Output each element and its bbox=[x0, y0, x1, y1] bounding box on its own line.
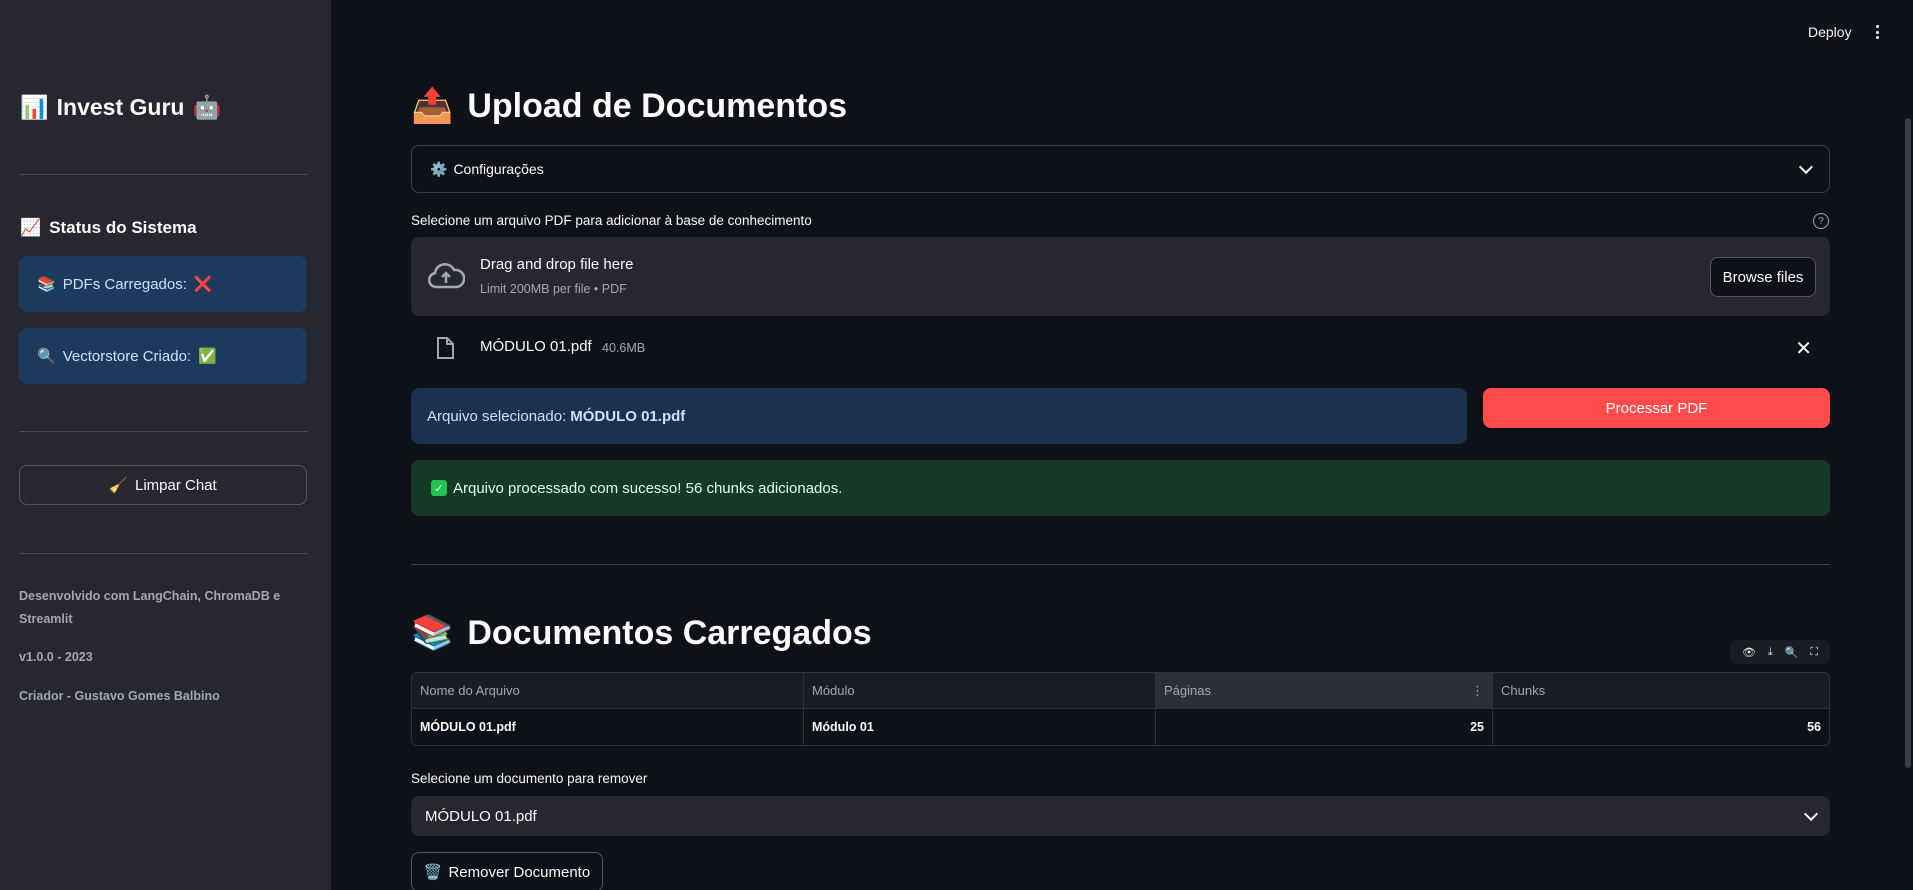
chevron-down-icon bbox=[1798, 159, 1814, 174]
table-cell[interactable]: 56 bbox=[1493, 709, 1829, 745]
success-message: Arquivo processado com sucesso! 56 chunk… bbox=[453, 479, 843, 497]
selected-prefix: Arquivo selecionado: bbox=[427, 407, 567, 425]
kebab-menu-icon[interactable] bbox=[1870, 22, 1884, 42]
selected-file-info: Arquivo selecionado: MÓDULO 01.pdf bbox=[411, 388, 1467, 444]
broom-icon: 🧹 bbox=[109, 477, 128, 494]
upload-label: Selecione um arquivo PDF para adicionar … bbox=[411, 213, 812, 228]
footer-creator: Criador - Gustavo Gomes Balbino bbox=[19, 689, 220, 703]
table-cell[interactable]: MÓDULO 01.pdf bbox=[412, 709, 804, 745]
sidebar: 📊 Invest Guru 🤖 📈 Status do Sistema 📚 PD… bbox=[0, 0, 331, 890]
sidebar-title: 📊 Invest Guru 🤖 bbox=[20, 94, 221, 121]
table-cell[interactable]: Módulo 01 bbox=[804, 709, 1156, 745]
browse-files-button[interactable]: Browse files bbox=[1710, 257, 1816, 297]
column-header[interactable]: Nome do Arquivo bbox=[412, 673, 804, 708]
column-header[interactable]: Módulo bbox=[804, 673, 1156, 708]
documents-title: 📚 Documentos Carregados bbox=[411, 613, 872, 653]
trash-icon: 🗑️ bbox=[423, 864, 443, 881]
status-title-text: Status do Sistema bbox=[49, 218, 197, 237]
select-value: MÓDULO 01.pdf bbox=[425, 807, 537, 825]
dropzone-limit: Limit 200MB per file • PDF bbox=[480, 282, 627, 296]
file-dropzone[interactable]: Drag and drop file here Limit 200MB per … bbox=[411, 237, 1830, 316]
table-toolbar: 👁 ⤓ 🔍 ⛶ bbox=[1730, 640, 1830, 664]
remove-document-button[interactable]: 🗑️ Remover Documento bbox=[411, 852, 603, 890]
robot-icon: 🤖 bbox=[192, 94, 222, 120]
remove-document-select[interactable]: MÓDULO 01.pdf bbox=[411, 796, 1830, 836]
documents-title-text: Documentos Carregados bbox=[467, 613, 872, 652]
pdfs-status-label: PDFs Carregados: bbox=[62, 275, 187, 293]
remove-select-label: Selecione um documento para remover bbox=[411, 771, 648, 786]
sidebar-divider bbox=[19, 553, 307, 554]
vectorstore-status-label: Vectorstore Criado: bbox=[62, 347, 192, 365]
gear-icon: ⚙️ bbox=[430, 160, 448, 177]
eye-icon[interactable]: 👁 bbox=[1742, 646, 1756, 659]
dropzone-title: Drag and drop file here bbox=[480, 256, 634, 273]
footer-version: v1.0.0 - 2023 bbox=[19, 650, 93, 664]
column-header-label: Páginas bbox=[1164, 683, 1211, 698]
sidebar-divider bbox=[19, 431, 307, 432]
sidebar-title-text: Invest Guru bbox=[56, 94, 185, 120]
cross-icon: ❌ bbox=[193, 276, 213, 293]
scrollbar[interactable] bbox=[1905, 118, 1911, 768]
upload-title-text: Upload de Documentos bbox=[467, 86, 848, 125]
checkbox-check-icon: ✓ bbox=[431, 480, 447, 496]
column-header[interactable]: Páginas ⋮ bbox=[1156, 673, 1493, 708]
search-icon[interactable]: 🔍 bbox=[1785, 646, 1799, 659]
close-icon[interactable]: ✕ bbox=[1795, 336, 1812, 361]
uploaded-file-name: MÓDULO 01.pdf bbox=[480, 338, 592, 355]
magnifier-icon: 🔍 bbox=[37, 348, 56, 365]
fullscreen-icon[interactable]: ⛶ bbox=[1810, 646, 1818, 659]
trend-icon: 📈 bbox=[20, 218, 42, 237]
uploaded-file-row: MÓDULO 01.pdf 40.6MB ✕ bbox=[411, 330, 1830, 366]
process-pdf-button[interactable]: Processar PDF bbox=[1483, 388, 1830, 428]
sidebar-divider bbox=[19, 174, 307, 175]
selected-file-name: MÓDULO 01.pdf bbox=[570, 407, 686, 425]
vectorstore-status-box: 🔍 Vectorstore Criado: ✅ bbox=[19, 328, 307, 384]
table-row[interactable]: MÓDULO 01.pdf Módulo 01 25 56 bbox=[412, 709, 1829, 745]
chevron-down-icon bbox=[1803, 806, 1819, 821]
config-expander[interactable]: ⚙️ Configurações bbox=[411, 145, 1830, 193]
table-header-row: Nome do Arquivo Módulo Páginas ⋮ Chunks bbox=[412, 673, 1829, 709]
outbox-icon: 📤 bbox=[411, 87, 454, 125]
uploaded-file-size: 40.6MB bbox=[602, 341, 646, 355]
cloud-upload-icon bbox=[427, 263, 465, 289]
config-label: Configurações bbox=[453, 161, 544, 177]
section-divider bbox=[411, 564, 1830, 565]
upload-title: 📤 Upload de Documentos bbox=[411, 86, 847, 126]
column-header[interactable]: Chunks bbox=[1493, 673, 1829, 708]
table-cell[interactable]: 25 bbox=[1156, 709, 1493, 745]
download-icon[interactable]: ⤓ bbox=[1768, 646, 1773, 659]
check-icon: ✅ bbox=[198, 348, 217, 365]
status-title: 📈 Status do Sistema bbox=[20, 218, 197, 238]
books-icon: 📚 bbox=[411, 614, 454, 652]
footer-dev: Desenvolvido com LangChain, ChromaDB e S… bbox=[19, 589, 281, 626]
clear-chat-label: Limpar Chat bbox=[134, 476, 217, 494]
success-alert: ✓ Arquivo processado com sucesso! 56 chu… bbox=[411, 460, 1830, 516]
help-icon[interactable]: ? bbox=[1813, 213, 1829, 229]
books-icon: 📚 bbox=[37, 276, 56, 293]
documents-table: Nome do Arquivo Módulo Páginas ⋮ Chunks … bbox=[411, 672, 1830, 746]
file-icon bbox=[437, 337, 454, 359]
chart-icon: 📊 bbox=[20, 94, 49, 120]
pdfs-status-box: 📚 PDFs Carregados: ❌ bbox=[19, 256, 307, 312]
remove-document-label: Remover Documento bbox=[448, 863, 591, 881]
deploy-button[interactable]: Deploy bbox=[1808, 24, 1852, 40]
column-menu-icon[interactable]: ⋮ bbox=[1471, 683, 1484, 699]
clear-chat-button[interactable]: 🧹 Limpar Chat bbox=[19, 465, 307, 505]
